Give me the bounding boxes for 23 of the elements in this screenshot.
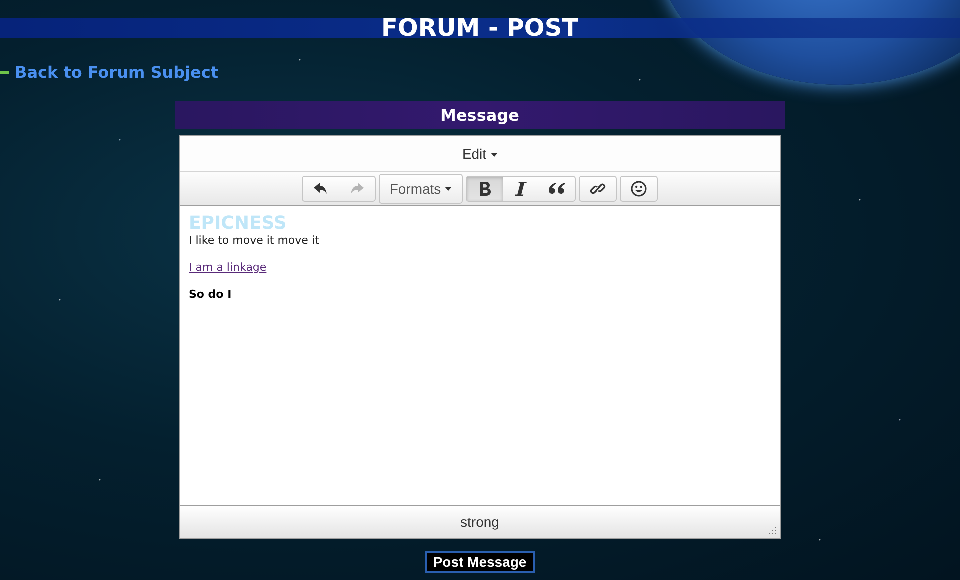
bold-icon (479, 182, 492, 196)
caret-icon (490, 152, 498, 157)
quote-icon (549, 183, 566, 194)
element-path[interactable]: strong (460, 514, 500, 530)
back-link[interactable]: Back to Forum Subject (15, 63, 219, 82)
italic-icon (515, 182, 528, 196)
resize-handle-icon[interactable] (769, 527, 777, 535)
redo-icon (350, 182, 364, 194)
content-paragraph: So do I (189, 288, 233, 301)
section-title: Message (440, 106, 520, 124)
content-link[interactable]: I am a linkage (189, 261, 267, 274)
post-message-button[interactable]: Post Message (425, 551, 535, 573)
bold-button[interactable] (467, 176, 504, 200)
page-title: FORUM - POST (382, 18, 578, 38)
content-paragraph: I like to move it move it (189, 234, 320, 247)
bullet-dash-icon (0, 71, 9, 74)
content-heading: EPICNESS (189, 214, 288, 234)
formats-dropdown[interactable]: Formats (380, 174, 462, 202)
rich-text-editor[interactable]: Edit Formats EPICNESS I like to move it move it I am a linkage So do I strong (179, 135, 781, 539)
caret-icon (445, 186, 452, 190)
smiley-icon (631, 180, 648, 196)
undo-icon (314, 182, 328, 194)
edit-menu[interactable]: Edit (458, 144, 502, 164)
